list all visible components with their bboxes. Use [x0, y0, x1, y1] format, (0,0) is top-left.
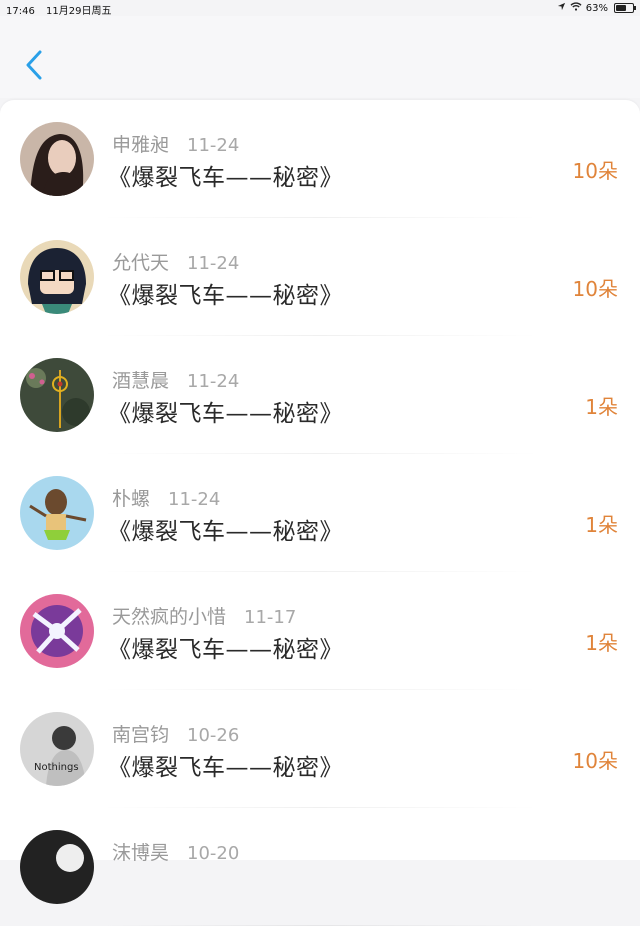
item-title: 《爆裂飞车——秘密》	[108, 401, 343, 427]
battery-percent: 63%	[585, 2, 608, 14]
avatar[interactable]	[20, 122, 94, 196]
back-button[interactable]	[20, 46, 50, 86]
user-name: 申雅昶 11-24	[112, 130, 239, 157]
avatar-text: Nothings	[34, 762, 79, 773]
battery-icon	[614, 3, 636, 13]
item-date: 11-24	[187, 371, 240, 392]
avatar[interactable]	[20, 358, 94, 432]
avatar[interactable]	[20, 830, 94, 904]
user-name-text: 朴螺	[112, 488, 151, 510]
item-date: 11-17	[244, 607, 297, 628]
list-item[interactable]: Nothings 南宫钧 10-26 《爆裂飞车——秘密》 10朵	[0, 690, 640, 808]
item-title: 《爆裂飞车——秘密》	[108, 637, 343, 663]
location-icon	[557, 2, 566, 14]
user-name: 沫博昊 10-20	[112, 838, 239, 865]
list-item[interactable]: 沫博昊 10-20	[0, 808, 640, 926]
status-right: 63%	[557, 2, 636, 14]
list-item[interactable]: 允代天 11-24 《爆裂飞车——秘密》 10朵	[0, 218, 640, 336]
avatar[interactable]: Nothings	[20, 712, 94, 786]
user-name: 朴螺 11-24	[112, 484, 220, 511]
user-name: 南宫钧 10-26	[112, 720, 239, 747]
flower-count: 1朵	[585, 513, 618, 537]
item-date: 10-26	[187, 725, 240, 746]
list-item[interactable]: 酒慧晨 11-24 《爆裂飞车——秘密》 1朵	[0, 336, 640, 454]
list-item[interactable]: 朴螺 11-24 《爆裂飞车——秘密》 1朵	[0, 454, 640, 572]
item-title: 《爆裂飞车——秘密》	[108, 519, 343, 545]
user-name-text: 申雅昶	[112, 134, 170, 156]
user-name-text: 天然疯的小惜	[112, 606, 227, 628]
wifi-icon	[570, 2, 582, 14]
avatar[interactable]	[20, 476, 94, 550]
item-title: 《爆裂飞车——秘密》	[108, 165, 343, 191]
user-name-text: 沫博昊	[112, 842, 170, 864]
user-name: 天然疯的小惜 11-17	[112, 602, 296, 629]
flower-count: 1朵	[585, 631, 618, 655]
avatar[interactable]	[20, 594, 94, 668]
item-date: 11-24	[187, 135, 240, 156]
flower-count: 10朵	[572, 277, 618, 301]
item-title: 《爆裂飞车——秘密》	[108, 283, 343, 309]
item-date: 10-20	[187, 843, 240, 864]
item-date: 11-24	[168, 489, 221, 510]
flower-count: 10朵	[572, 749, 618, 773]
avatar[interactable]	[20, 240, 94, 314]
flower-count: 1朵	[585, 395, 618, 419]
user-name-text: 允代天	[112, 252, 170, 274]
status-bar: 17:46 11月29日周五 63%	[0, 0, 640, 17]
chevron-left-icon	[26, 50, 42, 80]
user-name: 允代天 11-24	[112, 248, 239, 275]
gift-list: 申雅昶 11-24 《爆裂飞车——秘密》 10朵 允代天 11-24 《爆裂飞车——…	[0, 100, 640, 926]
nav-bar	[0, 16, 640, 98]
status-left: 17:46 11月29日周五	[6, 2, 119, 17]
item-date: 11-24	[187, 253, 240, 274]
flower-count: 10朵	[572, 159, 618, 183]
user-name-text: 南宫钧	[112, 724, 170, 746]
list-item[interactable]: 天然疯的小惜 11-17 《爆裂飞车——秘密》 1朵	[0, 572, 640, 690]
user-name-text: 酒慧晨	[112, 370, 170, 392]
list-item[interactable]: 申雅昶 11-24 《爆裂飞车——秘密》 10朵	[0, 100, 640, 218]
item-title: 《爆裂飞车——秘密》	[108, 755, 343, 781]
user-name: 酒慧晨 11-24	[112, 366, 239, 393]
